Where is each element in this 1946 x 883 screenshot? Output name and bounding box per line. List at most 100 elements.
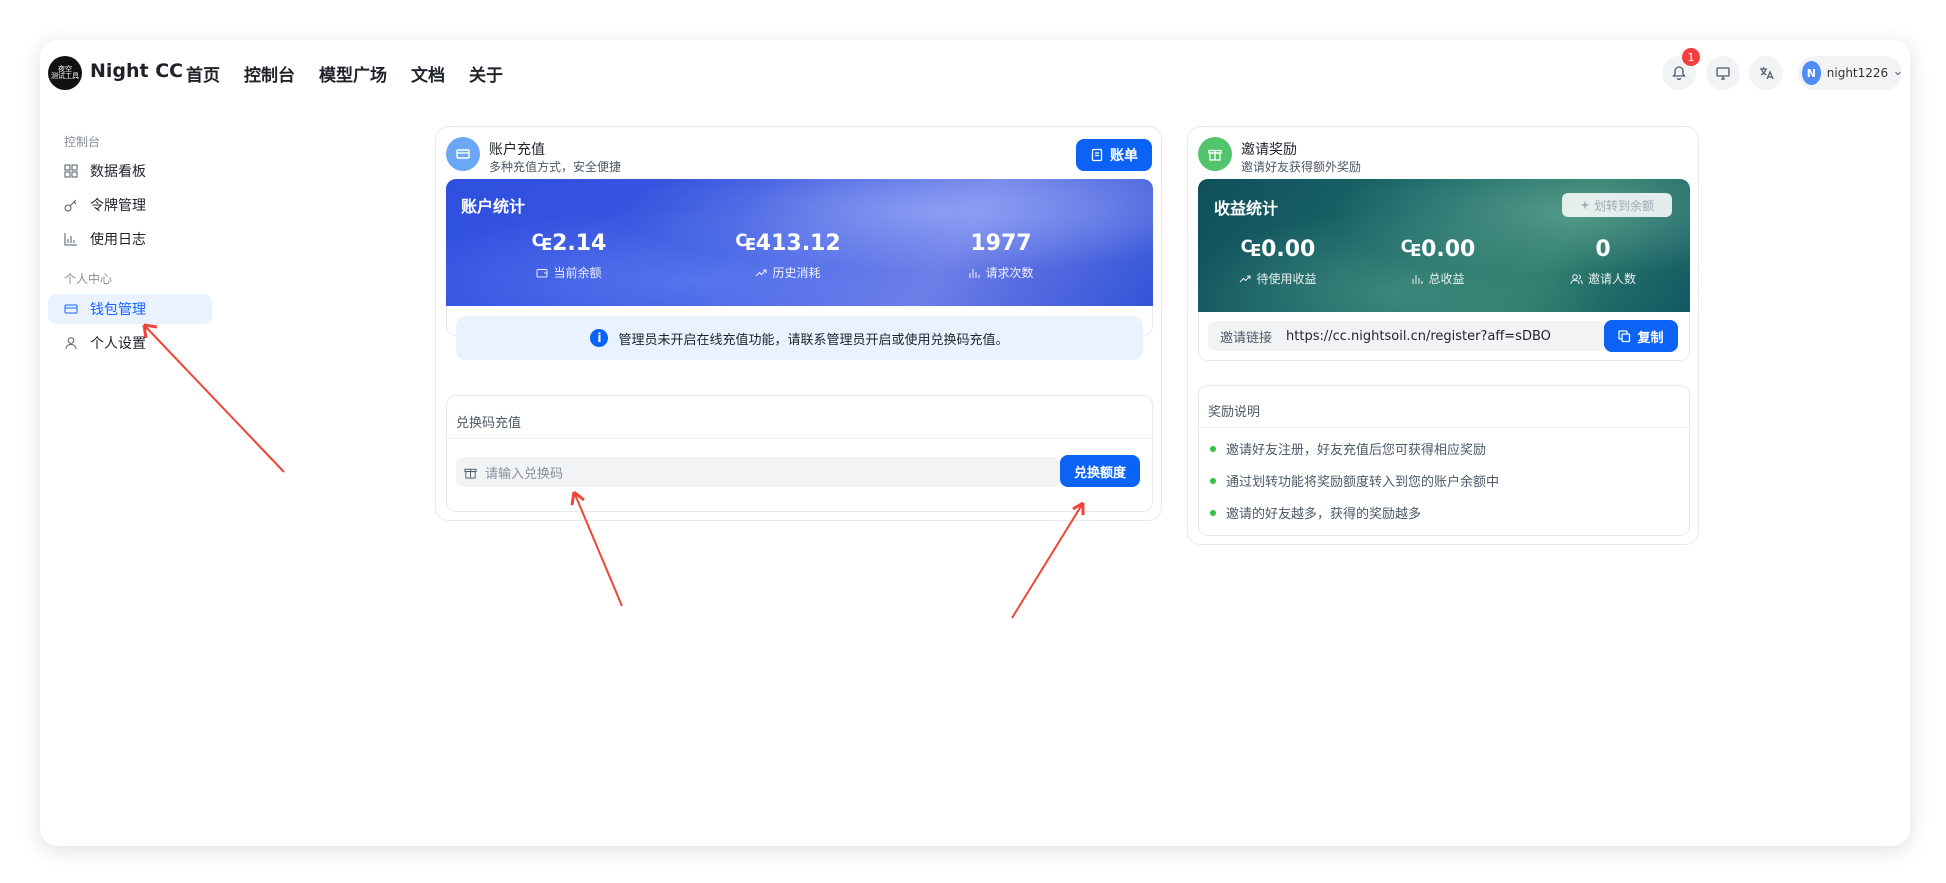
bar-chart-icon <box>1412 274 1423 284</box>
stat-pending-earnings: ₠0.00 待使用收益 <box>1198 237 1358 287</box>
stat-label: 待使用收益 <box>1256 272 1317 286</box>
bill-button-label: 账单 <box>1110 148 1138 164</box>
stat-total-earnings: ₠0.00 总收益 <box>1358 237 1518 287</box>
stat-value: ₠0.00 <box>1240 237 1316 262</box>
invite-card-icon <box>1198 137 1232 171</box>
account-stats-panel: 账户统计 ₠2.14 当前余额 ₠413.12 历史消耗 1977 请求次数 <box>446 179 1153 306</box>
reward-rule-item: 邀请好友注册，好友充值后您可获得相应奖励 <box>1210 439 1486 458</box>
bell-icon <box>1672 66 1686 81</box>
stat-label-row: 邀请人数 <box>1523 270 1683 287</box>
stat-requests: 1977 请求次数 <box>916 231 1086 281</box>
nav-home[interactable]: 首页 <box>186 61 220 86</box>
reward-rule-item: 通过划转功能将奖励额度转入到您的账户余额中 <box>1210 471 1499 490</box>
sidebar-item-label: 个人设置 <box>90 336 146 352</box>
stat-label-row: 总收益 <box>1358 270 1518 287</box>
username: night1226 <box>1826 66 1889 80</box>
invite-link-field[interactable]: 邀请链接 https://cc.nightsoil.cn/register?af… <box>1208 321 1604 351</box>
redeem-code-input[interactable]: 请输入兑换码 <box>456 457 1060 487</box>
redeem-button[interactable]: 兑换额度 <box>1060 455 1140 487</box>
sidebar-item-label: 令牌管理 <box>90 198 146 214</box>
bullet-dot <box>1210 509 1216 516</box>
stat-label-row: 当前余额 <box>484 264 654 281</box>
stat-label: 总收益 <box>1428 272 1465 286</box>
copy-link-button[interactable]: 复制 <box>1604 320 1678 352</box>
stat-label: 请求次数 <box>985 266 1034 280</box>
bill-button[interactable]: 账单 <box>1076 139 1152 171</box>
sidebar-item-settings[interactable]: 个人设置 <box>48 328 212 358</box>
credit-card-icon <box>456 149 470 159</box>
receipt-icon <box>1091 148 1103 162</box>
sidebar-item-label: 使用日志 <box>90 232 146 248</box>
wallet-icon <box>536 268 548 277</box>
redeem-placeholder: 请输入兑换码 <box>485 466 564 482</box>
reward-rule-text: 通过划转功能将奖励额度转入到您的账户余额中 <box>1226 475 1500 490</box>
recharge-card-title: 账户充值 <box>489 142 545 158</box>
nav-about[interactable]: 关于 <box>469 61 503 86</box>
notice-text: 管理员未开启在线充值功能，请联系管理员开启或使用兑换码充值。 <box>618 332 1009 348</box>
bullet-dot <box>1210 477 1216 484</box>
bar-chart-icon <box>64 233 77 246</box>
sidebar-item-wallet[interactable]: 钱包管理 <box>48 294 212 324</box>
sidebar-item-tokens[interactable]: 令牌管理 <box>48 190 212 220</box>
user-icon <box>65 337 77 350</box>
stat-invite-count: 0 邀请人数 <box>1523 237 1683 287</box>
gift-icon <box>464 468 477 479</box>
stat-label: 历史消耗 <box>772 266 821 280</box>
stat-value: ₠413.12 <box>735 231 841 256</box>
reward-rule-text: 邀请好友注册，好友充值后您可获得相应奖励 <box>1226 443 1487 458</box>
nav-model-square[interactable]: 模型广场 <box>319 61 387 86</box>
redeem-section <box>446 395 1153 512</box>
notification-button[interactable]: 1 <box>1662 48 1700 90</box>
sidebar-group-console: 控制台 <box>64 135 101 149</box>
grid-icon <box>64 164 78 178</box>
users-icon <box>1570 273 1583 284</box>
avatar: N <box>1802 61 1821 85</box>
info-icon: i <box>590 329 609 347</box>
monitor-icon <box>1716 67 1730 80</box>
logo-text: 夜空 测试工具 <box>51 65 79 80</box>
invite-card: 邀请奖励 邀请好友获得额外奖励 收益统计 划转到余额 ₠0.00 待使用收益 ₠… <box>1187 126 1699 545</box>
invite-link-label: 邀请链接 <box>1220 330 1273 346</box>
nav-console[interactable]: 控制台 <box>244 61 295 86</box>
redeem-title: 兑换码充值 <box>456 416 522 431</box>
translate-icon <box>1760 67 1774 80</box>
invite-link-value: https://cc.nightsoil.cn/register?aff=sDB… <box>1286 328 1551 344</box>
sparkle-icon <box>1580 200 1590 210</box>
recharge-card-icon <box>446 137 480 171</box>
brand-name[interactable]: Night CC <box>90 60 183 82</box>
divider <box>1199 427 1689 428</box>
sidebar-item-dashboard[interactable]: 数据看板 <box>48 156 212 186</box>
stat-value: ₠2.14 <box>531 231 607 256</box>
chevron-down-icon <box>1895 71 1901 76</box>
top-navbar: 夜空 测试工具 Night CC 首页 控制台 模型广场 文档 关于 1 N n… <box>40 40 1910 110</box>
transfer-to-balance-button[interactable]: 划转到余额 <box>1562 193 1672 217</box>
recharge-card: 账户充值 多种充值方式，安全便捷 账单 账户统计 ₠2.14 当前余额 ₠413… <box>435 126 1162 521</box>
earnings-stats-title: 收益统计 <box>1214 199 1279 218</box>
transfer-label: 划转到余额 <box>1593 198 1654 213</box>
site-logo[interactable]: 夜空 测试工具 <box>48 56 82 90</box>
copy-icon <box>1618 329 1631 342</box>
display-button[interactable] <box>1706 56 1740 90</box>
user-menu[interactable]: N night1226 <box>1798 56 1902 90</box>
recharge-card-subtitle: 多种充值方式，安全便捷 <box>489 160 622 174</box>
trending-up-icon <box>1240 275 1251 282</box>
stat-value: 0 <box>1595 237 1611 262</box>
stat-value: 1977 <box>970 231 1032 256</box>
stat-label-row: 待使用收益 <box>1198 270 1358 287</box>
recharge-notice: i 管理员未开启在线充值功能，请联系管理员开启或使用兑换码充值。 <box>456 316 1143 360</box>
sidebar-item-logs[interactable]: 使用日志 <box>48 224 212 254</box>
account-stats-title: 账户统计 <box>461 197 526 216</box>
bullet-dot <box>1210 445 1216 452</box>
trending-up-icon <box>756 269 767 276</box>
stat-value: ₠0.00 <box>1400 237 1476 262</box>
divider <box>447 438 1152 439</box>
nav-docs[interactable]: 文档 <box>411 61 445 86</box>
stat-label: 当前余额 <box>553 266 602 280</box>
stat-balance: ₠2.14 当前余额 <box>484 231 654 281</box>
stat-label-row: 请求次数 <box>916 264 1086 281</box>
sidebar-item-label: 钱包管理 <box>90 302 146 318</box>
language-button[interactable] <box>1749 56 1783 90</box>
credit-card-icon <box>64 304 78 314</box>
reward-rule-item: 邀请的好友越多，获得的奖励越多 <box>1210 503 1421 522</box>
invite-card-subtitle: 邀请好友获得额外奖励 <box>1241 160 1362 174</box>
